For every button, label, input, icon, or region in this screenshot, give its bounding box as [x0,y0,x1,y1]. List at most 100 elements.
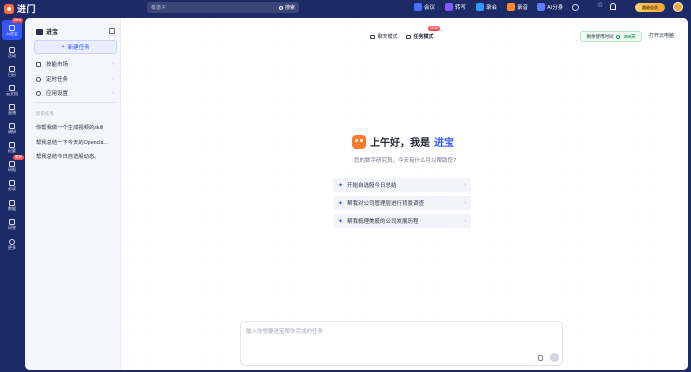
menu-skill-market[interactable]: 技能市场 › [34,58,117,70]
mode-switch: 聊天模式 任务模式 [366,30,438,43]
menu-app-settings[interactable]: 应用设置 › [34,87,117,99]
mascot-icon [352,134,366,149]
chevron-right-icon: › [112,90,114,96]
attachment-icon[interactable] [538,355,543,361]
left-nav-more[interactable]: 更多 [0,234,24,254]
update-badge: 更新 [13,155,24,160]
left-nav-cloud-docs[interactable]: 云文档 [0,80,24,100]
left-nav-ai-jinbao[interactable]: AI进宝 [2,20,22,40]
menu-scheduled-tasks[interactable]: 定时任务 › [34,73,117,85]
search-input[interactable]: 有道 F [151,4,279,11]
search-bar[interactable]: 有道 F 搜索 [147,2,299,13]
left-nav-data[interactable]: 数据 [0,195,24,215]
research-icon [9,122,15,129]
send-button[interactable]: ↑ [550,353,559,362]
nav-meeting-label: 会议 [424,5,436,11]
chevron-right-icon: › [464,218,466,224]
bell-icon[interactable] [610,3,616,10]
left-nav-minutes[interactable]: 纪要 [0,137,24,157]
cloud-doc-icon [9,84,15,91]
ai-icon [9,24,15,31]
robot-icon [36,28,43,35]
suggestion-item[interactable]: ✦ 帮我对公司管理层进行背景调查 › [333,196,471,210]
history-icon[interactable] [572,4,579,11]
menu-label: 应用设置 [46,91,69,97]
clock-icon [36,76,41,82]
qa-icon [9,218,15,225]
suggestion-item[interactable]: ✦ 帮我梳理美股的公司发展历程 › [333,214,471,228]
chevron-right-icon: › [112,76,114,82]
left-nav-activity[interactable]: 活动 [0,42,24,62]
star-icon[interactable]: ☆ [597,2,603,9]
sparkle-icon: ✦ [338,182,344,189]
vip-badge[interactable]: 超级会员 [635,3,665,12]
more-icon [9,238,15,245]
minutes-icon [9,141,15,148]
search-button-label: 搜索 [284,5,295,11]
app-name: 进门 [17,4,37,14]
history-item[interactable]: 帮我总结一下今天的Opencla... [36,138,114,146]
suggestion-item[interactable]: ✦ 开始自选股今日总结 › [333,178,471,192]
nav-record-meeting-label: 录会 [486,5,498,11]
left-nav-label: 研报 [8,166,16,172]
task-mode-tab[interactable]: 任务模式 [402,30,438,43]
activity-icon [9,46,15,53]
left-nav-research[interactable]: 调研 [0,118,24,138]
left-nav-label: 纪要 [8,147,16,153]
logo-icon [4,3,14,14]
nav-recorder-label: 录音 [517,5,529,11]
chevron-right-icon: › [464,182,466,188]
app-logo[interactable]: 进门 [4,2,36,15]
menu-label: 定时任务 [46,77,69,83]
open-cloud-pc-button[interactable]: 打开云电脑 [649,32,674,39]
nav-transcribe-label: 转写 [455,5,467,11]
new-task-button[interactable]: + 新建任务 [34,40,117,54]
new-badge: New [12,18,24,23]
history-item[interactable]: 帮我总结今日自选股动态。 [36,152,114,160]
new-task-label: 新建任务 [67,45,90,51]
chat-input[interactable]: 输入你想要进宝帮你完成的任务 [246,327,323,335]
chat-icon [370,34,376,39]
suggestion-label: 开始自选股今日总结 [347,183,397,189]
nav-meeting[interactable]: 会议 [414,3,435,11]
timer-icon [616,34,621,39]
left-nav-label: 云文档 [6,90,18,96]
greeting-text: 上午好，我是 [370,138,430,149]
left-nav-must-read[interactable]: 必读 [0,175,24,195]
search-button[interactable]: 搜索 [278,4,295,11]
chat-input-box[interactable]: 输入你想要进宝帮你完成的任务 ↑ [240,321,563,366]
report-icon [9,160,15,167]
data-icon [9,199,15,206]
skill-market-icon [36,61,41,67]
plus-icon: + [61,44,65,50]
sidebar-header: 进宝 [36,27,58,36]
chevron-right-icon: › [464,200,466,206]
chat-mode-tab[interactable]: 聊天模式 [366,30,402,43]
ai-avatar-icon [537,3,545,11]
history-title: 历史任务 [36,111,54,116]
left-nav-label: 活动 [8,52,16,58]
history-item[interactable]: 你帮我做一个生成视频的skill [36,123,114,131]
left-nav-live[interactable]: 直播 [0,99,24,119]
chevron-right-icon: › [112,61,114,67]
nav-ai-avatar[interactable]: AI分身 [537,3,563,11]
meeting-icon [414,3,422,11]
left-nav-qa[interactable]: 问答 [0,214,24,234]
main-panel: 进宝 + 新建任务 技能市场 › 定时任务 › 应用设置 › 历史任务 你帮我做… [25,18,688,370]
left-nav-label: 直播 [8,109,16,115]
nav-record-meeting[interactable]: 录会 [476,3,497,11]
suggestion-label: 帮我梳理美股的公司发展历程 [347,219,419,225]
collapse-sidebar-icon[interactable] [109,28,115,34]
gear-icon [36,90,41,96]
task-icon [406,34,412,39]
free-time-badge: 剩余使用时间 359天 [580,31,642,42]
left-nav-label: 必读 [8,185,16,191]
avatar[interactable] [673,2,683,12]
suggestion-label: 帮我对公司管理层进行背景调查 [347,201,425,207]
nav-transcribe[interactable]: 转写 [445,3,466,11]
nav-recorder[interactable]: 录音 [507,3,528,11]
brand-name: 进宝 [434,138,454,149]
search-icon [278,5,283,10]
chat-area: 聊天模式 任务模式 NEW 剩余使用时间 359天 打开云电脑 上午好，我是 进… [122,18,688,370]
left-nav-calendar[interactable]: 日历 [0,61,24,81]
